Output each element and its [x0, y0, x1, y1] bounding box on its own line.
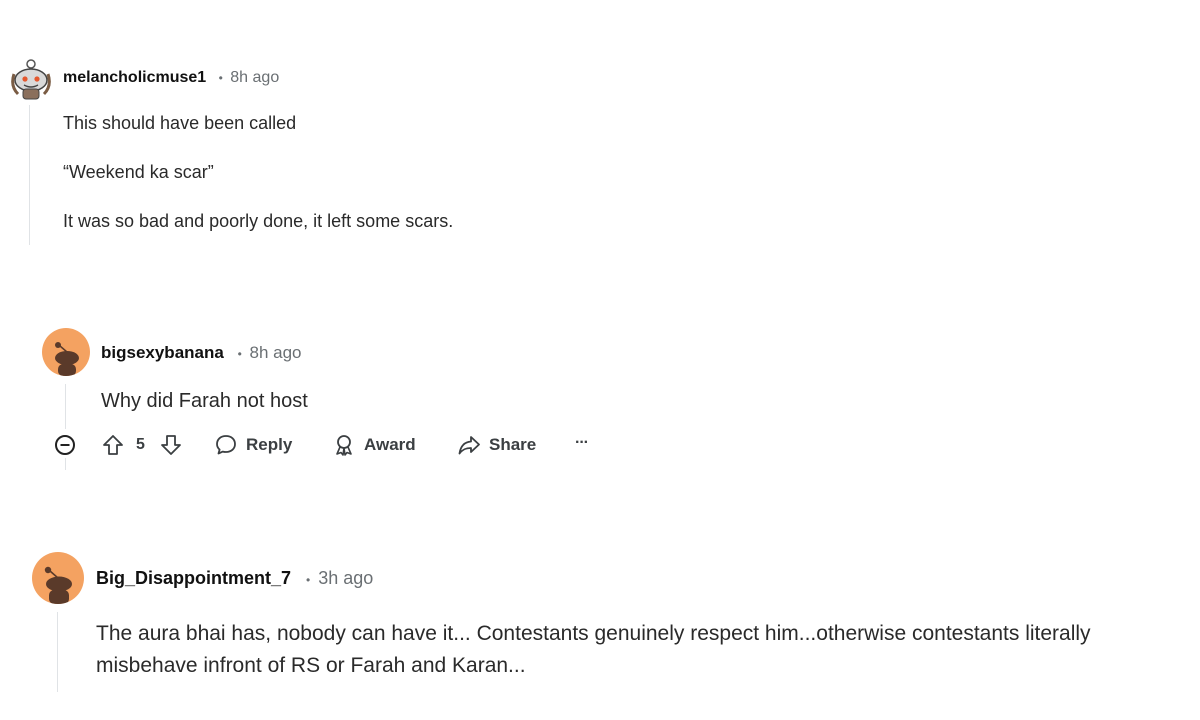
snoo-avatar-icon	[44, 566, 72, 604]
thread-line[interactable]	[65, 384, 66, 429]
more-options-button[interactable]: ···	[575, 434, 589, 452]
thread-line[interactable]	[57, 612, 58, 692]
comment-text: The aura bhai has, nobody can have it...…	[96, 622, 1091, 677]
reply-label: Reply	[246, 435, 293, 454]
share-button[interactable]: Share	[457, 433, 536, 457]
share-arrow-icon	[457, 433, 481, 457]
meta-separator: •	[306, 573, 311, 587]
avatar-melancholicmuse1[interactable]	[10, 56, 52, 100]
award-ribbon-icon	[332, 433, 356, 457]
timestamp: 8h ago	[230, 69, 280, 86]
timestamp: 8h ago	[249, 343, 302, 362]
username[interactable]: melancholicmuse1	[63, 69, 206, 86]
comment-meta: bigsexybanana • 8h ago	[101, 343, 302, 363]
comment-text: Why did Farah not host	[101, 390, 308, 412]
share-label: Share	[489, 435, 537, 454]
collapse-thread-icon[interactable]	[54, 434, 76, 456]
snoo-avatar-icon	[55, 342, 79, 376]
username[interactable]: bigsexybanana	[101, 343, 224, 362]
speech-bubble-icon	[214, 433, 238, 457]
comment-meta: Big_Disappointment_7 • 3h ago	[96, 568, 373, 589]
avatar-big-disappointment-7[interactable]	[32, 552, 84, 604]
username[interactable]: Big_Disappointment_7	[96, 568, 291, 588]
reply-button[interactable]: Reply	[214, 433, 292, 457]
comment-meta: melancholicmuse1 • 8h ago	[63, 69, 279, 87]
meta-separator: •	[237, 347, 242, 361]
thread-line[interactable]	[29, 105, 30, 245]
timestamp: 3h ago	[318, 568, 374, 588]
vote-count: 5	[136, 436, 145, 453]
meta-separator: •	[218, 71, 223, 85]
award-button[interactable]: Award	[332, 433, 416, 457]
snoo-avatar-icon	[11, 59, 51, 100]
comment-text: “Weekend ka scar”	[63, 162, 214, 182]
thread-line[interactable]	[65, 458, 66, 470]
avatar-bigsexybanana[interactable]	[42, 328, 90, 376]
comment-text: This should have been called	[63, 113, 297, 133]
downvote-icon[interactable]	[159, 433, 183, 457]
award-label: Award	[364, 435, 416, 454]
upvote-icon[interactable]	[101, 433, 125, 457]
comment-text: It was so bad and poorly done, it left s…	[63, 211, 454, 231]
